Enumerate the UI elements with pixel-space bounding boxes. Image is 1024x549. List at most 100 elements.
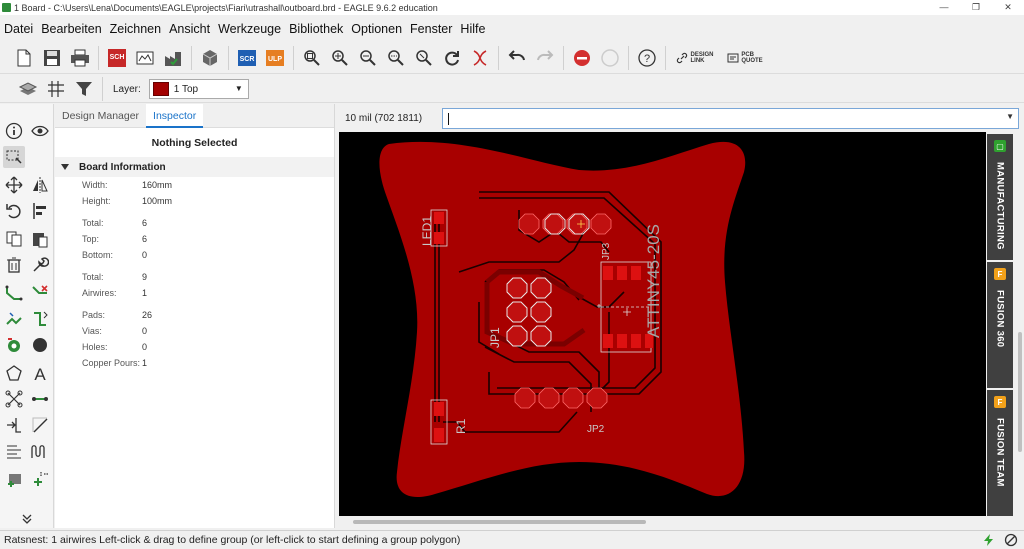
mirror-icon	[33, 177, 48, 193]
grid-icon	[48, 81, 64, 97]
copy-tool[interactable]	[3, 228, 25, 250]
zoom-select-button[interactable]	[412, 46, 436, 70]
new-file-button[interactable]	[12, 46, 36, 70]
lightning-icon[interactable]	[982, 533, 996, 547]
tool-palette: A	[0, 104, 54, 528]
ulp-button[interactable]: ULP	[263, 46, 287, 70]
align-tool[interactable]	[29, 200, 51, 222]
tab-fusion-360[interactable]: F FUSION 360	[987, 262, 1013, 388]
manufacturing-export-button[interactable]	[161, 46, 185, 70]
maximize-button[interactable]: ❐	[964, 0, 988, 15]
ripup-tool[interactable]	[29, 282, 51, 304]
delete-tool[interactable]	[3, 254, 25, 276]
status-bar: Ratsnest: 1 airwires Left-click & drag t…	[0, 530, 1024, 549]
scroll-thumb[interactable]	[353, 520, 646, 524]
layer-select[interactable]: 1 Top ▼	[148, 79, 249, 99]
tab-design-manager[interactable]: Design Manager	[55, 104, 146, 128]
ratsnest-button[interactable]	[468, 46, 492, 70]
command-history-dropdown-icon[interactable]: ▼	[1006, 112, 1014, 121]
wire-tool[interactable]	[29, 388, 51, 410]
save-button[interactable]	[40, 46, 64, 70]
board-information-header[interactable]: Board Information	[55, 157, 334, 177]
print-button[interactable]	[68, 46, 92, 70]
route-tool[interactable]	[3, 282, 25, 304]
split-tool[interactable]	[3, 308, 25, 330]
info-row-vias: Vias: 0	[82, 326, 322, 336]
redo-button[interactable]	[533, 46, 557, 70]
vertical-scrollbar[interactable]	[1016, 132, 1024, 516]
add-part-tool[interactable]	[3, 468, 25, 490]
script-button[interactable]: SCR	[235, 46, 259, 70]
menu-optionen[interactable]: Optionen	[347, 22, 406, 36]
block-icon[interactable]	[1004, 533, 1018, 547]
menu-datei[interactable]: Datei	[0, 22, 37, 36]
paste-tool[interactable]	[29, 228, 51, 250]
menu-bar: Datei Bearbeiten Zeichnen Ansicht Werkze…	[0, 18, 1024, 40]
cam-processor-button[interactable]	[133, 46, 157, 70]
tab-manufacturing[interactable]: ▢ MANUFACTURING	[987, 134, 1013, 260]
go-button[interactable]	[598, 46, 622, 70]
properties-tool[interactable]	[29, 254, 51, 276]
signal-tool[interactable]	[29, 440, 51, 462]
row-key: Height:	[82, 196, 111, 206]
board-canvas[interactable]: ATTINY45-20S LED1 JP1 R1 JP2 JP3	[339, 132, 986, 516]
go-icon	[601, 48, 619, 67]
mirror-tool[interactable]	[29, 174, 51, 196]
polygon-tool[interactable]	[3, 362, 25, 384]
cube-icon	[202, 49, 218, 66]
add-component-tool[interactable]	[29, 468, 51, 490]
horizontal-scrollbar[interactable]	[339, 516, 986, 528]
minimize-button[interactable]: —	[932, 0, 956, 15]
optimize-tool[interactable]	[29, 308, 51, 330]
schematic-button[interactable]: SCH	[105, 46, 129, 70]
expand-palette-button[interactable]	[16, 508, 38, 530]
zoom-out-button[interactable]	[356, 46, 380, 70]
zoom-fit-button[interactable]	[300, 46, 324, 70]
zoom-window-button[interactable]	[384, 46, 408, 70]
command-bar: 10 mil (702 1811) ▼	[336, 104, 1024, 132]
menu-hilfe[interactable]: Hilfe	[456, 22, 489, 36]
layer-settings-button[interactable]	[16, 77, 40, 101]
row-value: 0	[142, 250, 148, 260]
info-row-pads: Pads: 26	[82, 310, 322, 320]
miter-icon	[32, 417, 48, 433]
command-input[interactable]: ▼	[442, 107, 1019, 129]
filter-button[interactable]	[72, 77, 96, 101]
window-title: 1 Board - C:\Users\Lena\Documents\EAGLE\…	[14, 2, 438, 13]
pad-tool[interactable]	[29, 334, 51, 356]
menu-werkzeuge[interactable]: Werkzeuge	[214, 22, 285, 36]
zoom-in-button[interactable]	[328, 46, 352, 70]
text-tool[interactable]: A	[29, 362, 51, 384]
pcb-quote-button[interactable]: PCB QUOTE	[722, 46, 768, 70]
rotate-tool[interactable]	[3, 200, 25, 222]
close-button[interactable]: ✕	[996, 0, 1020, 15]
miter-tool[interactable]	[29, 414, 51, 436]
move-tool[interactable]	[3, 174, 25, 196]
menu-zeichnen[interactable]: Zeichnen	[106, 22, 165, 36]
help-label: ?	[644, 53, 650, 65]
menu-ansicht[interactable]: Ansicht	[165, 22, 214, 36]
group-tool[interactable]	[3, 146, 25, 168]
scroll-thumb[interactable]	[1018, 332, 1022, 452]
row-key: Bottom:	[82, 250, 114, 260]
via-tool[interactable]	[3, 334, 25, 356]
info-row-airwires: Airwires: 1	[82, 288, 322, 298]
show-tool[interactable]	[29, 120, 51, 142]
tab-inspector[interactable]: Inspector	[146, 104, 204, 128]
row-key: Total:	[82, 218, 104, 228]
tab-fusion-team[interactable]: F FUSION TEAM	[987, 390, 1013, 516]
undo-button[interactable]	[505, 46, 529, 70]
redraw-button[interactable]	[440, 46, 464, 70]
grid-button[interactable]	[44, 77, 68, 101]
design-link-button[interactable]: DESIGN LINK	[672, 46, 718, 70]
menu-bearbeiten[interactable]: Bearbeiten	[37, 22, 105, 36]
net-tool[interactable]	[3, 388, 25, 410]
help-button[interactable]: ?	[635, 46, 659, 70]
3d-view-button[interactable]	[198, 46, 222, 70]
attribute-tool[interactable]	[3, 414, 25, 436]
info-tool[interactable]	[3, 120, 25, 142]
meander-tool[interactable]	[3, 440, 25, 462]
menu-fenster[interactable]: Fenster	[406, 22, 456, 36]
menu-bibliothek[interactable]: Bibliothek	[285, 22, 347, 36]
stop-button[interactable]	[570, 46, 594, 70]
